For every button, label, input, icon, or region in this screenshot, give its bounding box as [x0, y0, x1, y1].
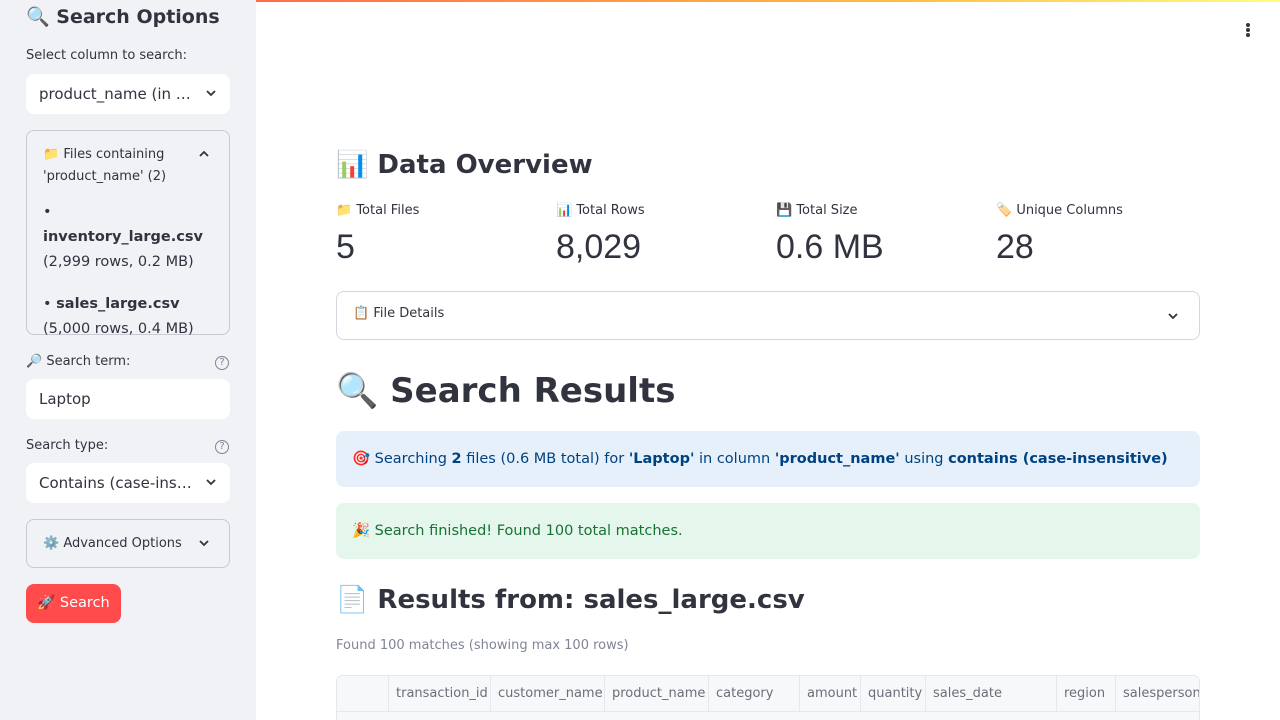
- advanced-options-label: ⚙️ Advanced Options: [43, 536, 182, 551]
- info-term: 'Laptop': [628, 451, 695, 467]
- table-header-category[interactable]: category: [709, 676, 800, 712]
- chevron-down-icon: [1168, 313, 1178, 320]
- search-term-input[interactable]: Laptop: [26, 379, 230, 419]
- column-select-value: product_name (in 2 files): [39, 85, 227, 103]
- search-success-alert: 🎉 Search finished! Found 100 total match…: [336, 503, 1200, 559]
- chevron-down-icon: [206, 90, 216, 97]
- table-header-sales-date[interactable]: sales_date: [926, 676, 1057, 712]
- metric-label: 📁 Total Files: [336, 203, 420, 218]
- search-type-value: Contains (case-insensitive): [39, 474, 230, 492]
- files-expander: 📁 Files containing 'product_name' (2) • …: [26, 130, 230, 337]
- results-table[interactable]: transaction_id customer_name product_nam…: [336, 675, 1200, 720]
- file-results-title: 📄 Results from: sales_large.csv: [336, 585, 805, 615]
- files-expander-header[interactable]: 📁 Files containing 'product_name' (2): [27, 131, 229, 188]
- metric-value: 5: [336, 228, 355, 266]
- results-caption: Found 100 matches (showing max 100 rows): [336, 638, 629, 653]
- metric-value: 8,029: [556, 228, 642, 266]
- help-icon[interactable]: ?: [215, 356, 229, 370]
- metric-total-rows: 📊 Total Rows 8,029: [556, 202, 766, 274]
- table-header-region[interactable]: region: [1057, 676, 1116, 712]
- search-info-alert: 🎯 Searching 2 files (0.6 MB total) for '…: [336, 431, 1200, 487]
- info-text: using: [899, 451, 949, 467]
- info-column: 'product_name': [774, 451, 900, 467]
- table-index-header: [337, 676, 389, 712]
- results-title: 🔍 Search Results: [336, 371, 676, 411]
- file-details-expander[interactable]: 📋 File Details: [336, 291, 1200, 340]
- file-meta: (5,000 rows, 0.4 MB): [43, 321, 194, 337]
- metric-total-files: 📁 Total Files 5: [336, 202, 546, 274]
- info-text: in column: [694, 451, 775, 467]
- table-header-product-name[interactable]: product_name: [605, 676, 709, 712]
- sidebar-title: 🔍 Search Options: [26, 6, 220, 28]
- help-icon[interactable]: ?: [215, 440, 229, 454]
- metric-value: 0.6 MB: [776, 228, 884, 266]
- search-type-select[interactable]: Contains (case-insensitive): [26, 463, 230, 503]
- metric-label: 🏷️ Unique Columns: [996, 203, 1123, 218]
- column-select-label: Select column to search:: [26, 48, 187, 63]
- table-header-customer-name[interactable]: customer_name: [491, 676, 605, 712]
- column-select[interactable]: product_name (in 2 files): [26, 74, 230, 114]
- info-file-count: 2: [451, 451, 462, 467]
- sidebar: 🔍 Search Options Select column to search…: [0, 0, 256, 720]
- file-name: inventory_large.csv: [43, 229, 203, 245]
- file-entry: • inventory_large.csv (2,999 rows, 0.2 M…: [43, 204, 203, 270]
- search-type-label: Search type:: [26, 438, 109, 453]
- metric-label: 📊 Total Rows: [556, 203, 645, 218]
- chevron-up-icon: [199, 150, 209, 157]
- chevron-down-icon: [199, 540, 209, 547]
- info-text: 🎯 Searching: [352, 451, 452, 467]
- file-entry: • sales_large.csv (5,000 rows, 0.4 MB): [43, 296, 194, 337]
- table-header-amount[interactable]: amount: [800, 676, 861, 712]
- advanced-options-header[interactable]: ⚙️ Advanced Options: [27, 520, 229, 555]
- table-header-quantity[interactable]: quantity: [861, 676, 926, 712]
- chevron-down-icon: [206, 479, 216, 486]
- metric-total-size: 💾 Total Size 0.6 MB: [776, 202, 986, 274]
- file-meta: (2,999 rows, 0.2 MB): [43, 254, 194, 270]
- search-term-label: 🔎 Search term:: [26, 354, 131, 369]
- info-mode: contains (case-insensitive): [948, 451, 1168, 467]
- metric-label: 💾 Total Size: [776, 203, 858, 218]
- table-header-salesperson[interactable]: salesperson: [1116, 676, 1199, 712]
- metric-value: 28: [996, 228, 1034, 266]
- search-button[interactable]: 🚀 Search: [26, 584, 121, 623]
- metric-unique-columns: 🏷️ Unique Columns 28: [996, 202, 1206, 274]
- advanced-options-expander[interactable]: ⚙️ Advanced Options: [26, 519, 230, 568]
- info-text: files (0.6 MB total) for: [461, 451, 629, 467]
- menu-icon[interactable]: [1240, 20, 1256, 40]
- files-expander-label: 📁 Files containing 'product_name' (2): [43, 147, 167, 184]
- overview-title: 📊 Data Overview: [336, 150, 593, 180]
- file-name: sales_large.csv: [56, 296, 180, 312]
- file-details-label: 📋 File Details: [353, 306, 445, 321]
- table-header-transaction-id[interactable]: transaction_id: [389, 676, 491, 712]
